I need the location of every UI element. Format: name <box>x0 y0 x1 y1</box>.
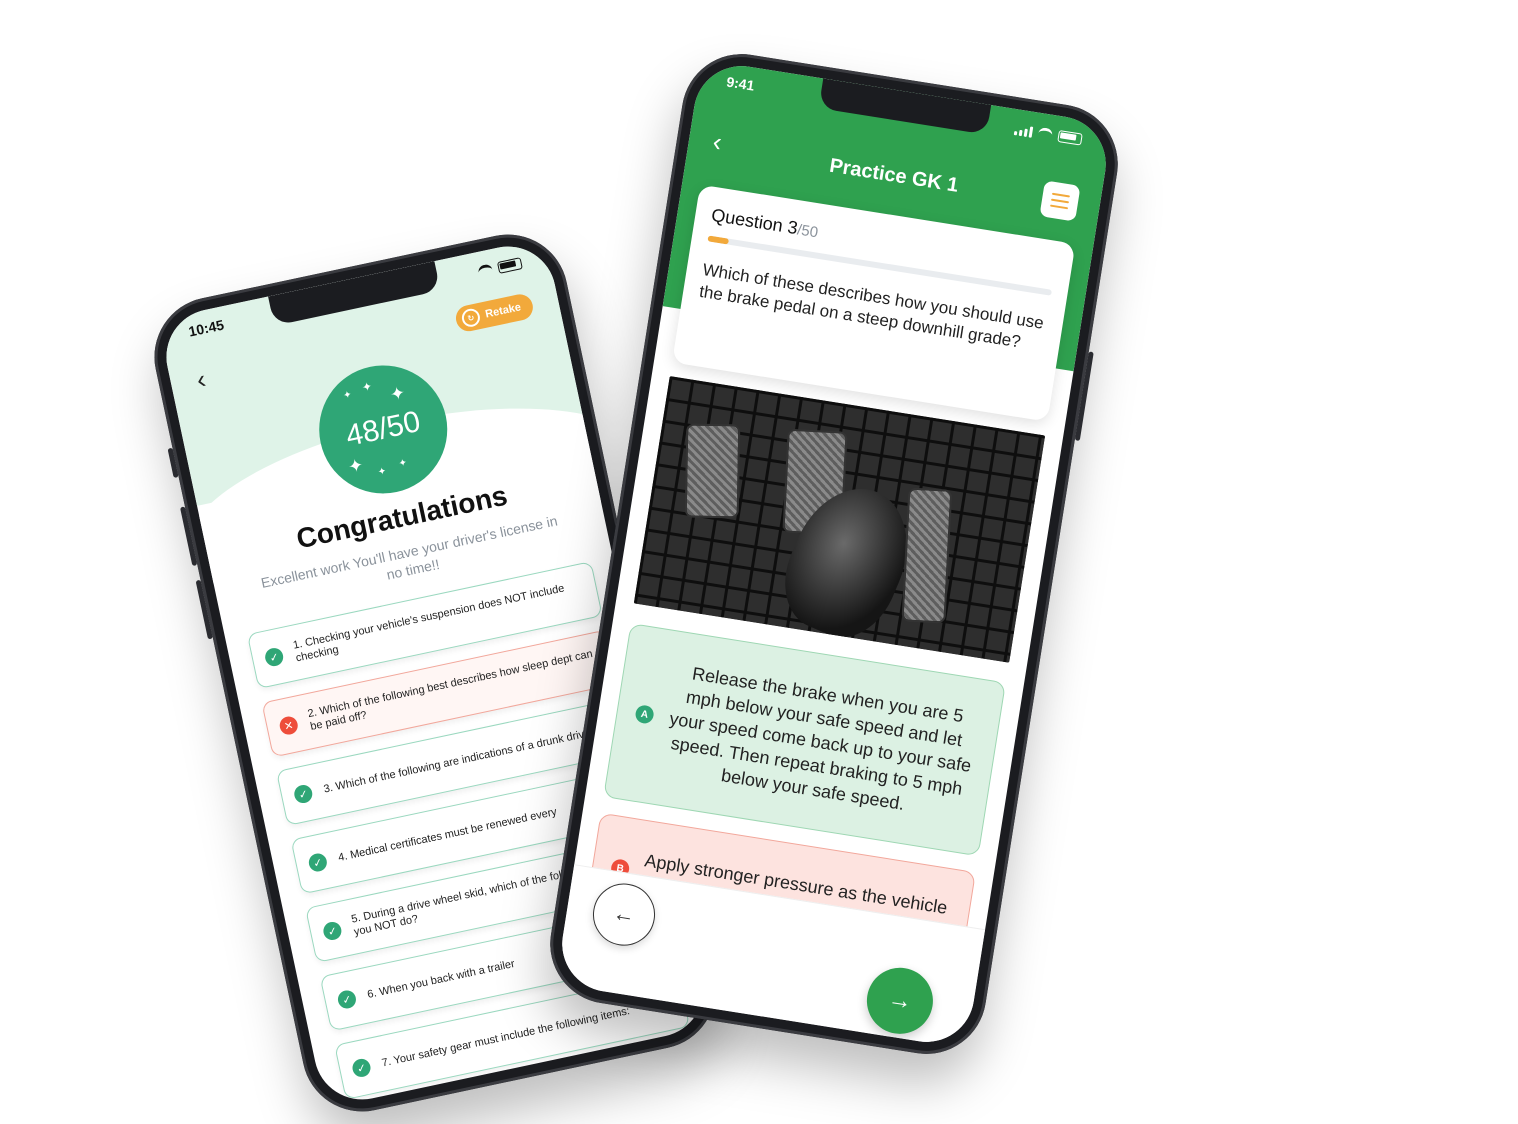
check-icon: ✓ <box>321 920 344 942</box>
status-time: 9:41 <box>725 73 756 94</box>
question-total: /50 <box>796 221 820 242</box>
arrow-right-icon: → <box>886 985 914 1016</box>
result-text: 4. Medical certificates must be renewed … <box>337 805 558 864</box>
right-phone: 9:41 ‹ Practice GK 1 Question 3/50 Which… <box>541 45 1127 1063</box>
sparkle-icon: ✦ <box>346 454 366 478</box>
question-label: Question 3 <box>710 204 800 239</box>
question-text: Which of these describes how you should … <box>697 260 1046 352</box>
sparkle-icon: ✦ <box>360 378 374 395</box>
battery-icon <box>1057 129 1083 146</box>
previous-button[interactable]: ← <box>588 879 660 951</box>
wifi-icon <box>1037 126 1054 142</box>
arrow-left-icon: ← <box>611 900 637 929</box>
wifi-icon <box>477 262 494 279</box>
sparkle-icon: ✦ <box>397 457 409 470</box>
gas-pedal <box>901 487 953 624</box>
check-icon: ✓ <box>307 851 329 874</box>
question-image <box>633 376 1046 663</box>
next-button[interactable]: → <box>862 963 938 1039</box>
answer-option-a[interactable]: A Release the brake when you are 5 mph b… <box>603 623 1007 857</box>
answer-letter: A <box>634 704 655 725</box>
sparkle-icon: ✦ <box>342 389 353 402</box>
mute-switch <box>167 447 179 479</box>
power-button <box>1074 351 1094 442</box>
score-value: 48/50 <box>342 405 424 453</box>
check-icon: ✓ <box>263 646 285 668</box>
check-icon: ✓ <box>292 783 314 805</box>
retake-label: Retake <box>484 301 523 321</box>
list-icon[interactable] <box>1039 180 1081 222</box>
check-icon: ✓ <box>350 1057 373 1079</box>
progress-fill <box>707 235 729 245</box>
volume-down-button <box>195 579 213 640</box>
refresh-icon: ↻ <box>460 307 482 329</box>
result-text: 7. Your safety gear must include the fol… <box>380 1004 631 1069</box>
clutch-pedal <box>684 423 741 519</box>
quiz-screen: 9:41 ‹ Practice GK 1 Question 3/50 Which… <box>555 59 1113 1049</box>
signal-icon <box>1013 124 1034 138</box>
volume-up-button <box>179 506 198 567</box>
close-icon: ✕ <box>278 714 300 737</box>
sparkle-icon: ✦ <box>388 382 408 406</box>
sparkle-icon: ✦ <box>377 465 388 479</box>
battery-icon <box>496 257 523 274</box>
result-text: 6. When you back with a trailer <box>366 957 516 1001</box>
check-icon: ✓ <box>336 988 358 1011</box>
answer-text: Release the brake when you are 5 mph bel… <box>668 663 973 814</box>
